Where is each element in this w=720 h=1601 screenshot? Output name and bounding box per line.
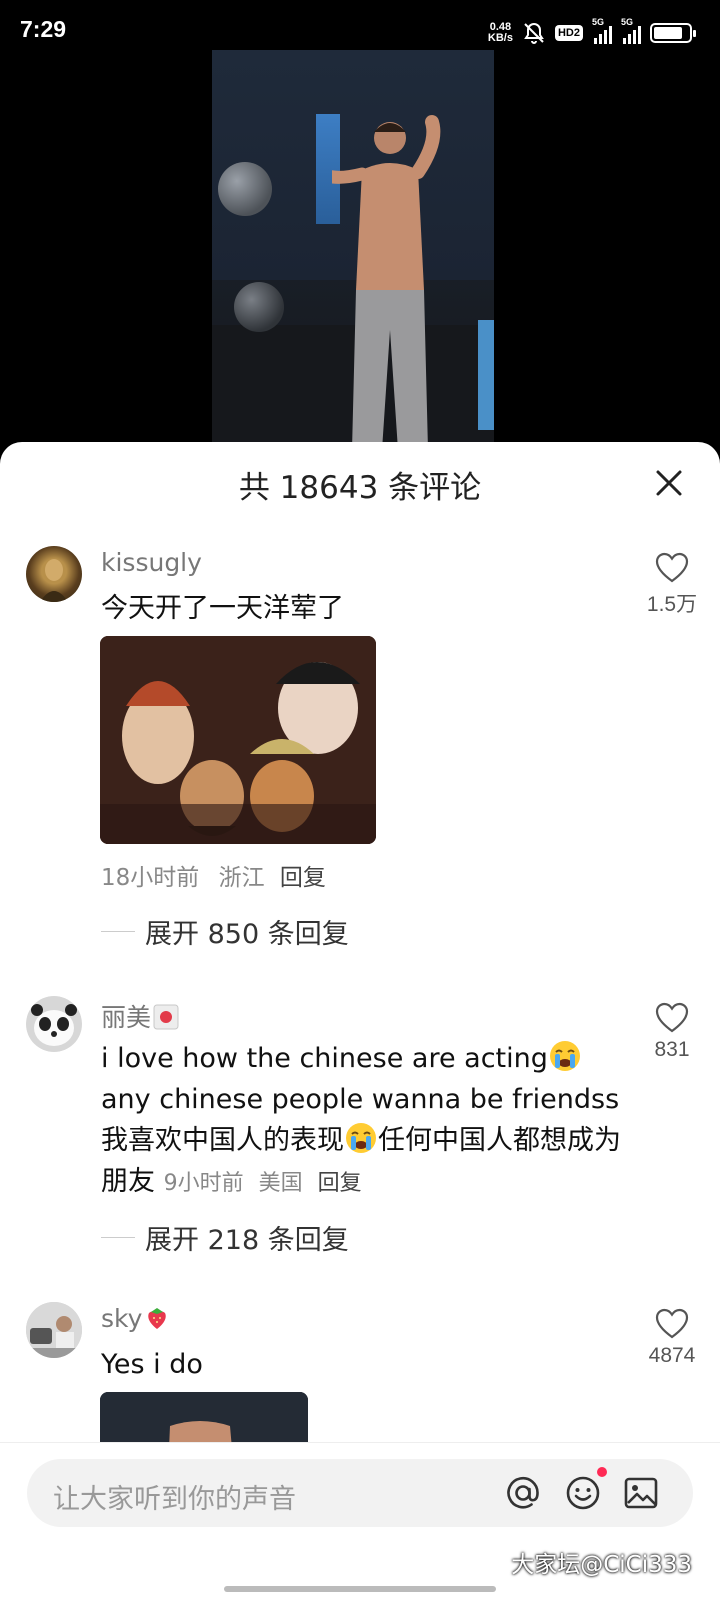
image-icon[interactable] [623,1475,659,1511]
like-count: 4874 [648,1344,696,1367]
like-button[interactable]: 831 [642,1002,702,1062]
status-icons: 0.48 KB/s HD2 5G 5G [488,17,696,48]
comment-sheet: 共 18643 条评论 kissugly 今天开了一天洋荤了 1.5万 18小时… [0,442,720,1601]
network-speed-unit: KB/s [487,32,513,44]
comment-location: 美国 [258,1171,303,1196]
comment-text: Yes i do [101,1349,203,1380]
heart-icon [655,1308,689,1339]
signal-icon: 5G [592,17,612,44]
comment-username[interactable]: 丽美 [101,998,179,1034]
heart-icon [655,1002,689,1033]
close-icon[interactable] [654,468,684,498]
expand-replies-label: 展开 850 条回复 [145,919,349,950]
comment-input-bar: 让大家听到你的声音 大家坛@CiCi333 [0,1442,720,1601]
watermark: 大家坛@CiCi333 [511,1552,692,1578]
hd-badge: HD2 [554,25,583,41]
comment-input-placeholder: 让大家听到你的声音 [53,1484,296,1515]
divider [101,1237,135,1238]
video-person-image [332,115,441,445]
avatar[interactable] [26,996,82,1052]
like-count: 1.5万 [646,593,698,616]
signal-label: 5G [592,17,605,27]
signal-icon: 5G [621,17,641,44]
comment-meta: 18小时前 浙江 回复 [101,858,326,892]
expand-replies-button[interactable]: 展开 850 条回复 [101,912,349,951]
divider [101,931,135,932]
notification-dot [597,1467,607,1477]
comment-text: i love how the chinese are acting any ch… [101,1038,626,1204]
expand-replies-label: 展开 218 条回复 [145,1225,349,1256]
reply-button[interactable]: 回复 [318,1171,362,1196]
reply-button[interactable]: 回复 [280,865,326,891]
like-count: 831 [654,1038,690,1061]
signal-label: 5G [621,17,634,27]
avatar[interactable] [26,1302,82,1358]
comment-input[interactable]: 让大家听到你的声音 [27,1459,693,1527]
comment-text: 今天开了一天洋荤了 [101,593,344,624]
comment-meta: 9小时前 美国 回复 [164,1171,362,1196]
expand-replies-button[interactable]: 展开 218 条回复 [101,1218,349,1257]
comment-image[interactable] [100,636,376,844]
home-indicator[interactable] [224,1586,496,1592]
emoji-icon[interactable] [565,1475,601,1511]
video-player[interactable] [212,50,494,445]
comment-username-text: 丽美 [101,1003,152,1032]
comment-username-text: sky [101,1304,143,1333]
crying-emoji-icon [346,1123,376,1153]
heart-icon [655,552,689,583]
status-time: 7:29 [20,16,67,42]
comment-count-title: 共 18643 条评论 [238,470,482,506]
at-icon[interactable] [505,1475,541,1511]
network-speed: 0.48 KB/s [488,22,513,44]
strawberry-icon [148,1308,167,1329]
avatar[interactable] [26,546,82,602]
mute-bell-icon [524,22,544,44]
flag-icon [153,1004,179,1030]
comment-username[interactable]: kissugly [101,548,202,577]
comment-location: 浙江 [218,865,265,891]
crying-emoji-icon [549,1041,580,1071]
battery-icon [650,23,696,43]
comment-time: 9小时前 [163,1171,244,1196]
like-button[interactable]: 1.5万 [642,552,702,618]
like-button[interactable]: 4874 [642,1308,702,1368]
comment-username[interactable]: sky [101,1304,170,1333]
comment-time: 18小时前 [101,865,200,891]
comment-text-part1: i love how the chinese are acting [101,1043,548,1074]
